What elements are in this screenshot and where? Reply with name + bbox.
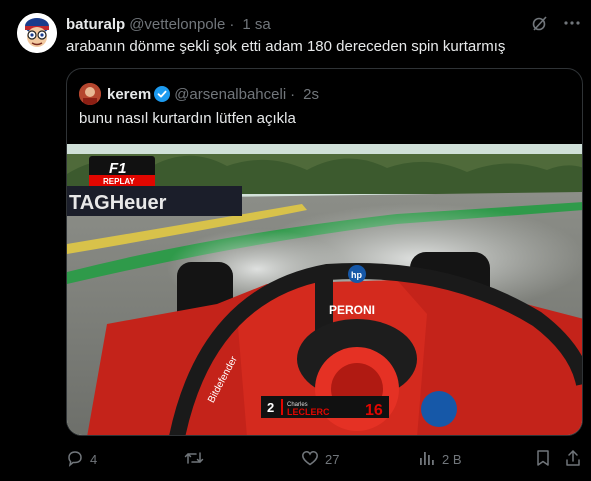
sponsor-peroni: PERONI [329,303,375,317]
retweet-icon [184,449,204,470]
more-icon[interactable] [563,14,581,32]
quoted-author-avatar[interactable] [79,83,101,105]
video-media[interactable]: TAGHeuer F1 REPLAY hp PERONI Bitdefender… [67,144,582,435]
reply-button[interactable]: 4 [66,449,97,469]
quoted-time[interactable]: 2s [303,86,319,103]
sponsor-hp: hp [351,270,362,280]
action-bar: 4 27 2 B [66,449,583,469]
tweet-header: baturalp @vettelonpole · 1 sa [66,14,271,34]
quoted-separator: · [290,85,296,103]
driver-position: 2 [267,400,274,415]
quoted-text: bunu nasıl kurtardın lütfen açıkla [79,110,296,127]
tweet-top-icons [531,14,581,32]
views-count: 2 B [442,451,462,467]
reply-icon [66,449,84,470]
author-name[interactable]: baturalp [66,16,125,33]
like-count: 27 [325,451,340,467]
driver-number: 16 [365,402,383,419]
views-button[interactable]: 2 B [418,449,462,469]
driver-last: LECLERC [287,407,330,417]
quoted-author-handle[interactable]: @arsenalbahceli [174,86,286,103]
tweet-time[interactable]: 1 sa [242,16,270,33]
share-button[interactable] [565,449,581,469]
quoted-header: kerem @arsenalbahceli · 2s [79,83,319,105]
verified-badge-icon [154,86,171,102]
quoted-author-name[interactable]: kerem [107,86,151,103]
grok-icon[interactable] [531,14,549,32]
tweet[interactable]: baturalp @vettelonpole · 1 sa arabanın d… [0,0,591,481]
author-avatar[interactable] [17,13,57,53]
header-separator: · [229,15,235,33]
heart-icon [301,449,319,470]
banner-text: TAGHeuer [69,192,167,214]
tweet-text: arabanın dönme şekli şok etti adam 180 d… [66,38,506,55]
author-handle[interactable]: @vettelonpole [129,16,225,33]
bookmark-icon [535,449,551,470]
reply-count: 4 [90,451,98,467]
retweet-button[interactable] [184,449,210,469]
bookmark-button[interactable] [535,449,551,469]
f1-logo: F1 [109,160,127,177]
quoted-tweet[interactable]: kerem @arsenalbahceli · 2s bunu nasıl ku… [66,68,583,436]
replay-label: REPLAY [103,177,135,186]
share-icon [565,449,581,470]
views-icon [418,449,436,470]
like-button[interactable]: 27 [301,449,339,469]
